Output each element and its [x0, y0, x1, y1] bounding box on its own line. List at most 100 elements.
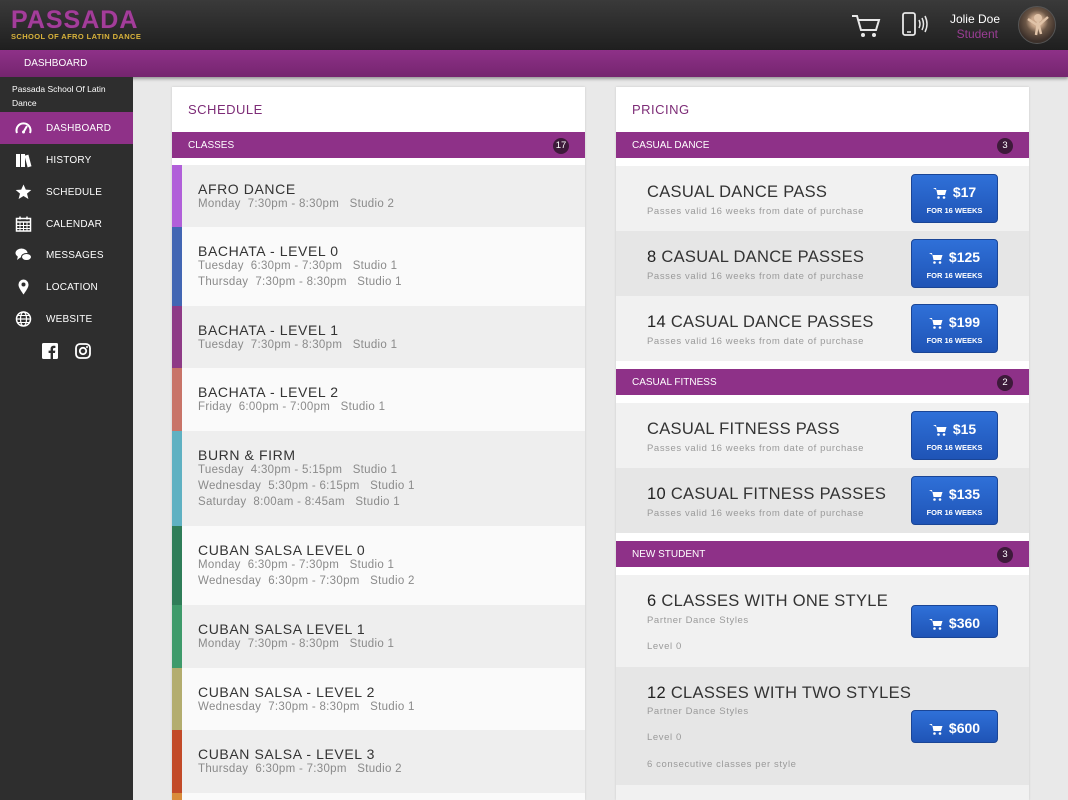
- class-name: BACHATA - LEVEL 0: [198, 243, 339, 259]
- class-row[interactable]: BACHATA - LEVEL 1 Tuesday 7:30pm - 8:30p…: [172, 306, 585, 368]
- class-row[interactable]: [172, 793, 585, 800]
- nav-dashboard-link[interactable]: DASHBOARD: [24, 58, 87, 69]
- nav-bar: DASHBOARD: [0, 50, 1068, 77]
- price-description: Passes valid 16 weeks from date of purch…: [647, 271, 864, 282]
- sidebar-item-label: DASHBOARD: [46, 123, 112, 134]
- price-name: CASUAL FITNESS PASS: [647, 420, 840, 438]
- buy-button[interactable]: $199 FOR 16 WEEKS: [911, 304, 998, 353]
- class-name: AFRO DANCE: [198, 181, 296, 197]
- cart-icon: [928, 490, 943, 501]
- class-time: Monday 7:30pm - 8:30pm Studio 2: [198, 198, 395, 210]
- class-row[interactable]: BACHATA - LEVEL 2 Friday 6:00pm - 7:00pm…: [172, 368, 585, 431]
- price-row: 6 CLASSES WITH ONE STYLE Partner Dance S…: [616, 575, 1029, 667]
- price-description: Partner Dance Styles: [647, 706, 749, 717]
- price-row: [616, 785, 1029, 800]
- class-time: Wednesday 7:30pm - 8:30pm Studio 1: [198, 701, 415, 713]
- instagram-icon[interactable]: [75, 343, 91, 359]
- dashboard-icon: [15, 122, 32, 134]
- phone-signal-icon[interactable]: [900, 11, 930, 39]
- buy-button[interactable]: $600: [911, 710, 998, 743]
- class-time: Monday 6:30pm - 7:30pm Studio 1: [198, 559, 395, 571]
- class-time: Tuesday 6:30pm - 7:30pm Studio 1: [198, 260, 398, 272]
- price-name: 6 CLASSES WITH ONE STYLE: [647, 592, 889, 610]
- class-time: Monday 7:30pm - 8:30pm Studio 1: [198, 638, 395, 650]
- user-name: Jolie Doe: [949, 12, 1000, 26]
- cart-icon[interactable]: [851, 13, 881, 39]
- price-name: 8 CASUAL DANCE PASSES: [647, 248, 865, 266]
- globe-icon: [15, 311, 32, 327]
- sidebar-item-messages[interactable]: MESSAGES: [0, 239, 133, 271]
- sidebar-item-calendar[interactable]: CALENDAR: [0, 208, 133, 240]
- price-name: 10 CASUAL FITNESS PASSES: [647, 485, 887, 503]
- cart-icon: [928, 724, 943, 735]
- star-icon: [15, 184, 32, 199]
- books-icon: [16, 154, 32, 168]
- top-bar: PASSADA SCHOOL OF AFRO LATIN DANCE Jolie…: [0, 0, 1068, 50]
- sidebar-item-website[interactable]: WEBSITE: [0, 303, 133, 335]
- class-row[interactable]: CUBAN SALSA - LEVEL 3 Thursday 6:30pm - …: [172, 730, 585, 793]
- sidebar-item-history[interactable]: HISTORY: [0, 144, 133, 176]
- class-color-stripe: [172, 306, 182, 368]
- class-name: CUBAN SALSA - LEVEL 2: [198, 684, 376, 700]
- class-name: CUBAN SALSA LEVEL 0: [198, 542, 366, 558]
- price-period: FOR 16 WEEKS: [926, 508, 983, 517]
- price-row: CASUAL DANCE PASS Passes valid 16 weeks …: [616, 166, 1029, 231]
- class-row[interactable]: BURN & FIRM Tuesday 4:30pm - 5:15pm Stud…: [172, 431, 585, 526]
- class-row[interactable]: BACHATA - LEVEL 0 Tuesday 6:30pm - 7:30p…: [172, 227, 585, 306]
- class-row[interactable]: CUBAN SALSA LEVEL 0 Monday 6:30pm - 7:30…: [172, 526, 585, 605]
- pricing-title: PRICING: [632, 102, 690, 117]
- user-role: Student: [956, 27, 998, 41]
- price-description: Passes valid 16 weeks from date of purch…: [647, 336, 864, 347]
- buy-button[interactable]: $125 FOR 16 WEEKS: [911, 239, 998, 288]
- buy-button[interactable]: $15 FOR 16 WEEKS: [911, 411, 998, 460]
- section-label: CASUAL DANCE: [632, 140, 710, 151]
- new-student-section-header: NEW STUDENT 3: [616, 541, 1029, 567]
- price-row: 8 CASUAL DANCE PASSES Passes valid 16 we…: [616, 231, 1029, 296]
- price-description: 6 consecutive classes per style: [647, 759, 797, 770]
- schedule-title: SCHEDULE: [188, 102, 263, 117]
- logo-subtitle: SCHOOL OF AFRO LATIN DANCE: [11, 32, 142, 41]
- cart-icon: [928, 253, 943, 264]
- class-row[interactable]: CUBAN SALSA - LEVEL 2 Wednesday 7:30pm -…: [172, 668, 585, 730]
- price-description: Passes valid 16 weeks from date of purch…: [647, 508, 864, 519]
- count-badge: 2: [997, 375, 1013, 391]
- price-description: Partner Dance Styles: [647, 615, 749, 626]
- classes-section-header: CLASSES 17: [172, 132, 585, 158]
- class-color-stripe: [172, 227, 182, 306]
- logo[interactable]: PASSADA SCHOOL OF AFRO LATIN DANCE: [11, 8, 142, 42]
- class-time: Thursday 7:30pm - 8:30pm Studio 1: [198, 276, 402, 288]
- sidebar-item-schedule[interactable]: SCHEDULE: [0, 176, 133, 208]
- school-name: Passada School Of Latin Dance: [12, 84, 106, 108]
- pricing-panel: PRICING CASUAL DANCE 3 CASUAL DANCE PASS…: [616, 87, 1029, 800]
- sidebar-item-dashboard[interactable]: DASHBOARD: [0, 112, 133, 144]
- price-description: Level 0: [647, 732, 682, 743]
- class-color-stripe: [172, 526, 182, 605]
- section-label: CASUAL FITNESS: [632, 377, 717, 388]
- class-color-stripe: [172, 730, 182, 793]
- buy-button[interactable]: $135 FOR 16 WEEKS: [911, 476, 998, 525]
- avatar[interactable]: [1018, 6, 1056, 44]
- price-name: CASUAL DANCE PASS: [647, 183, 828, 201]
- class-row[interactable]: AFRO DANCE Monday 7:30pm - 8:30pm Studio…: [172, 165, 585, 227]
- casual-dance-section-header: CASUAL DANCE 3: [616, 132, 1029, 158]
- buy-button[interactable]: $17 FOR 16 WEEKS: [911, 174, 998, 223]
- sidebar-item-location[interactable]: LOCATION: [0, 271, 133, 303]
- class-color-stripe: [172, 165, 182, 227]
- count-badge: 3: [997, 138, 1013, 154]
- price-period: FOR 16 WEEKS: [926, 271, 983, 280]
- class-row[interactable]: CUBAN SALSA LEVEL 1 Monday 7:30pm - 8:30…: [172, 605, 585, 668]
- map-pin-icon: [18, 279, 29, 295]
- price-row: 14 CASUAL DANCE PASSES Passes valid 16 w…: [616, 296, 1029, 361]
- class-time: Friday 6:00pm - 7:00pm Studio 1: [198, 401, 386, 413]
- facebook-icon[interactable]: [42, 343, 58, 359]
- price-row: 10 CASUAL FITNESS PASSES Passes valid 16…: [616, 468, 1029, 533]
- calendar-icon: [15, 216, 32, 232]
- count-badge: 3: [997, 547, 1013, 563]
- cart-icon: [932, 425, 947, 436]
- chat-icon: [15, 248, 32, 261]
- price-row: 12 CLASSES WITH TWO STYLES Partner Dance…: [616, 667, 1029, 785]
- class-color-stripe: [172, 431, 182, 526]
- buy-button[interactable]: $360: [911, 605, 998, 638]
- class-time: Thursday 6:30pm - 7:30pm Studio 2: [198, 763, 402, 775]
- class-name: BACHATA - LEVEL 1: [198, 322, 339, 338]
